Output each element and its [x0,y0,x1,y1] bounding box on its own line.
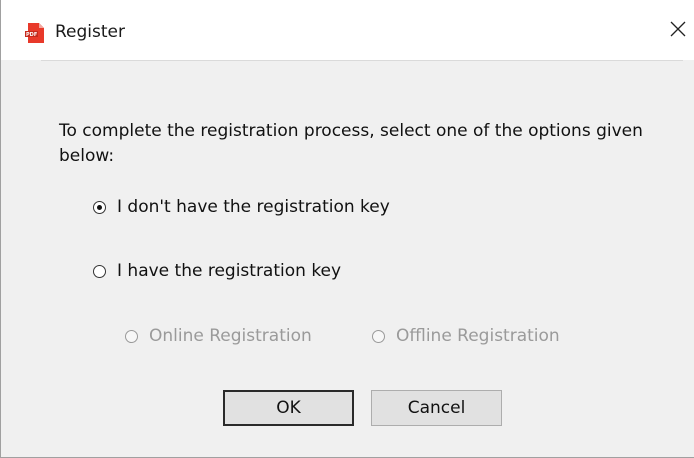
radio-button-checked[interactable] [93,200,106,214]
register-dialog: PDF Register To complete the registratio… [0,0,694,458]
radio-button-unchecked[interactable] [93,264,106,278]
close-button[interactable] [661,14,694,48]
radio-no-registration-key[interactable]: I don't have the registration key [93,197,390,217]
instruction-text: To complete the registration process, se… [59,121,643,166]
radio-button-disabled [372,329,385,343]
window-title: Register [55,22,125,42]
radio-online-registration: Online Registration [125,326,312,346]
radio-button-disabled [125,329,138,343]
close-icon [669,20,687,42]
dialog-content: To complete the registration process, se… [1,61,694,457]
radio-offline-registration: Offline Registration [372,326,560,346]
ok-button[interactable]: OK [223,390,354,426]
radio-label-no-key: I don't have the registration key [117,197,390,217]
radio-label-have-key: I have the registration key [117,261,342,281]
cancel-button[interactable]: Cancel [371,390,502,426]
radio-have-registration-key[interactable]: I have the registration key [93,261,341,281]
title-bar[interactable]: PDF Register [1,0,694,60]
radio-label-offline: Offline Registration [396,326,560,346]
pdf-app-icon: PDF [25,22,47,44]
radio-label-online: Online Registration [149,326,312,346]
svg-text:PDF: PDF [26,32,37,38]
